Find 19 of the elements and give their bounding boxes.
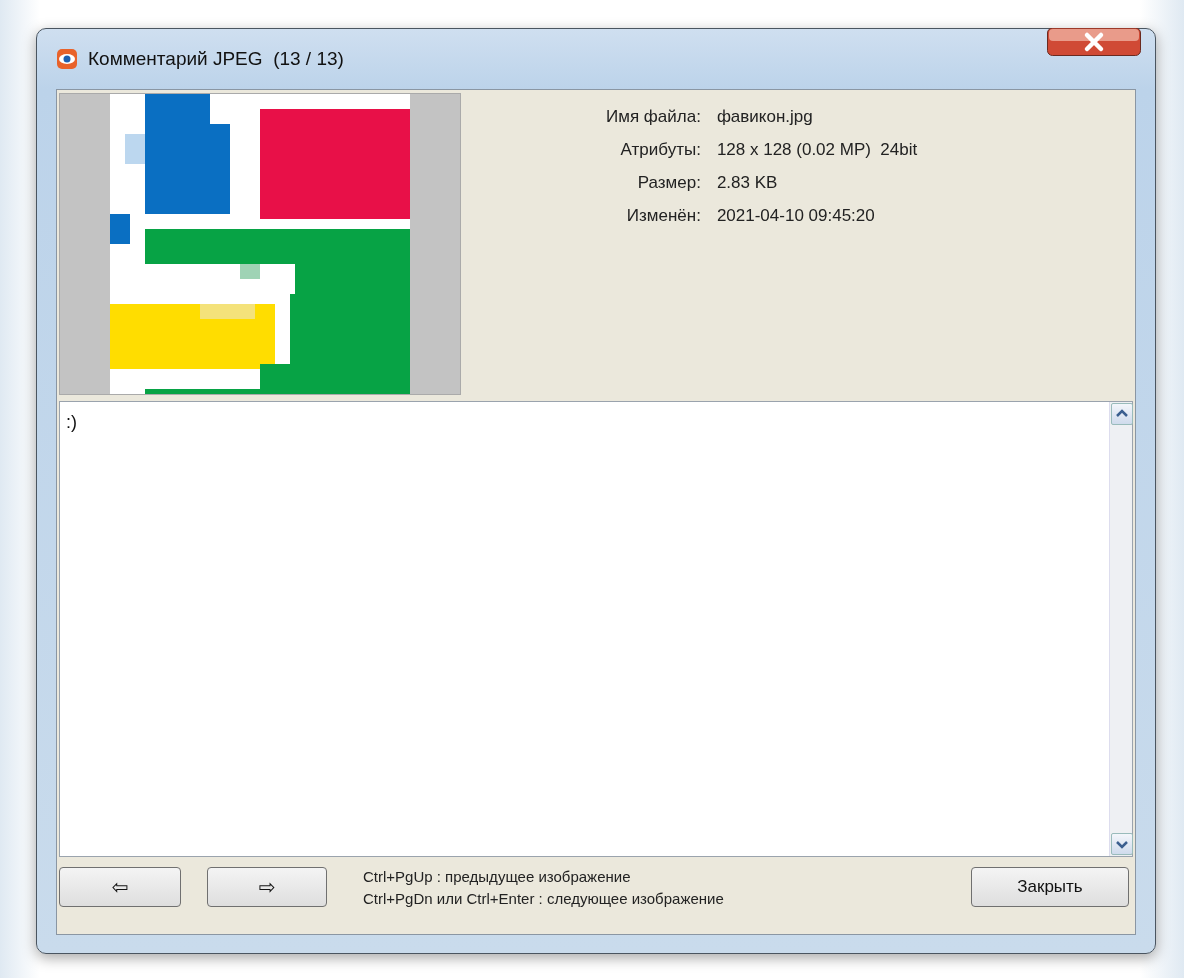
scrollbar[interactable] [1109, 402, 1132, 856]
info-value: 2.83 KB [716, 173, 779, 193]
info-value: фавикон.jpg [716, 107, 814, 127]
previous-button[interactable]: ⇦ [59, 867, 181, 907]
next-button[interactable]: ⇨ [207, 867, 327, 907]
info-label: Размер: [636, 173, 701, 193]
window-title: Комментарий JPEG (13 / 13) [88, 48, 345, 70]
info-label: Атрибуты: [619, 140, 701, 160]
close-icon[interactable] [1047, 28, 1141, 56]
info-value: 128 x 128 (0.02 MP) 24bit [716, 140, 918, 160]
info-label: Изменён: [625, 206, 701, 226]
shortcut-hint: Ctrl+PgUp : предыдущее изображение [363, 867, 632, 885]
scroll-up-icon[interactable] [1111, 403, 1133, 425]
eye-icon [56, 48, 78, 70]
info-value: 2021-04-10 09:45:20 [716, 206, 876, 226]
close-button[interactable]: Закрыть [971, 867, 1129, 907]
scroll-down-icon[interactable] [1111, 833, 1133, 855]
shortcut-hint: Ctrl+PgDn или Ctrl+Enter : следующее изображение [363, 889, 725, 907]
info-label: Имя файла: [606, 107, 701, 127]
